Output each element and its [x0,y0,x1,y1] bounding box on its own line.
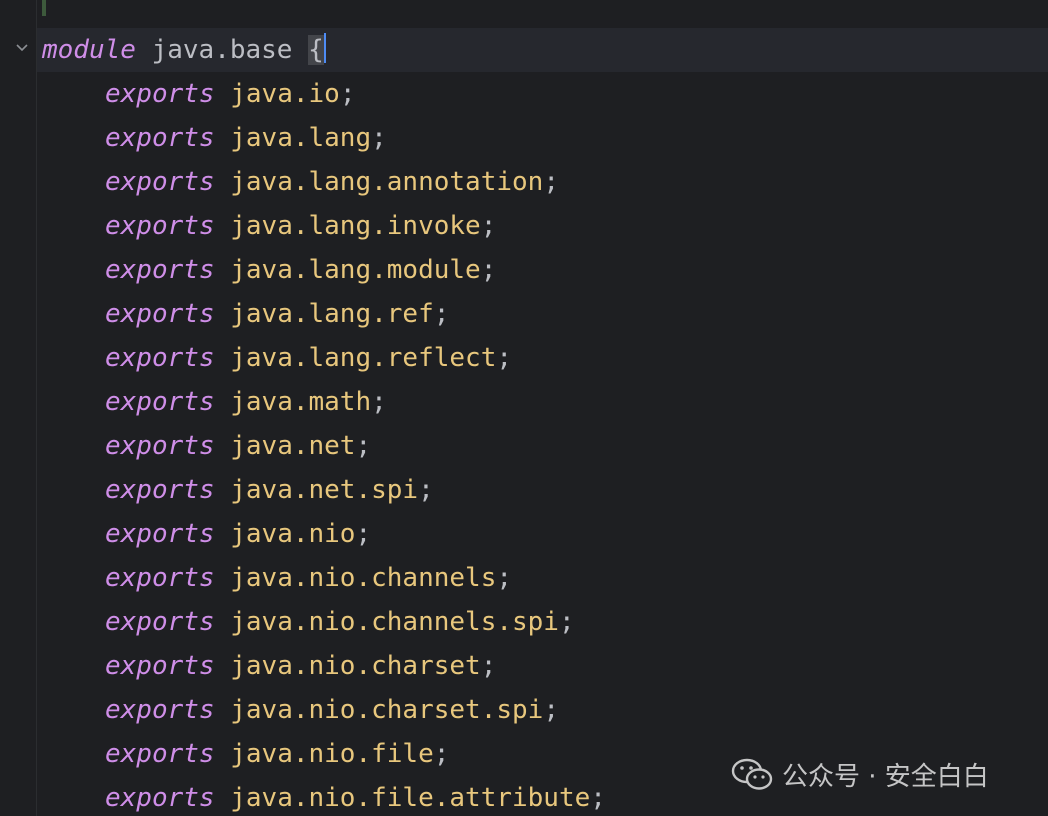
export-line[interactable]: exports java.nio.charset.spi; [42,688,559,732]
package-name: java.math [230,387,372,417]
semicolon: ; [543,167,559,197]
semicolon: ; [496,343,512,373]
export-line[interactable]: exports java.lang.annotation; [42,160,559,204]
exports-keyword: exports [105,563,215,593]
exports-keyword: exports [105,79,215,109]
semicolon: ; [480,651,497,681]
export-line[interactable]: exports java.nio; [42,512,371,556]
package-name: java.nio.channels [230,563,497,593]
code-editor[interactable]: module java.base { exports java.io; expor… [0,0,1048,816]
semicolon: ; [355,519,372,549]
semicolon: ; [480,211,497,241]
package-name: java.lang [230,123,372,153]
package-name: java.nio.file [230,739,434,769]
export-line[interactable]: exports java.nio.channels; [42,556,512,600]
watermark-text: 公众号 · 安全白白 [782,761,989,792]
export-line[interactable]: exports java.math; [42,380,387,424]
semicolon: ; [496,563,512,593]
package-name: java.io [230,79,340,109]
export-line[interactable]: exports java.lang.reflect; [42,336,512,380]
package-name: java.nio.charset [230,651,481,681]
change-marker [42,0,46,16]
exports-keyword: exports [105,211,215,241]
exports-keyword: exports [105,695,215,725]
export-line[interactable]: exports java.net.spi; [42,468,434,512]
package-name: java.nio.file.attribute [230,783,591,813]
export-line[interactable]: exports java.nio.channels.spi; [42,600,575,644]
export-line[interactable]: exports java.nio.file.attribute; [42,776,606,816]
wechat-icon [731,758,773,790]
exports-keyword: exports [105,299,215,329]
package-name: java.lang.ref [230,299,434,329]
package-name: java.lang.module [230,255,481,285]
export-line[interactable]: exports java.lang; [42,116,387,160]
semicolon: ; [339,79,356,109]
semicolon: ; [433,739,450,769]
open-brace: { [308,35,324,65]
semicolon: ; [433,299,450,329]
exports-keyword: exports [105,431,215,461]
export-line[interactable]: exports java.nio.file; [42,732,449,776]
module-keyword: module [42,35,136,65]
semicolon: ; [480,255,497,285]
package-name: java.lang.reflect [230,343,497,373]
export-line[interactable]: exports java.lang.ref; [42,292,449,336]
semicolon: ; [418,475,434,505]
exports-keyword: exports [105,387,215,417]
export-line[interactable]: exports java.io; [42,72,355,116]
package-name: java.nio.channels.spi [230,607,559,637]
fold-chevron-icon[interactable] [14,40,30,56]
semicolon: ; [543,695,559,725]
package-name: java.lang.invoke [230,211,481,241]
package-name: java.nio.charset.spi [230,695,544,725]
export-line[interactable]: exports java.net; [42,424,371,468]
package-name: java.nio [230,519,356,549]
semicolon: ; [558,607,575,637]
export-line[interactable]: exports java.lang.invoke; [42,204,496,248]
package-name: java.net.spi [230,475,419,505]
module-name: java.base [151,35,293,65]
wechat-watermark: 公众号 · 安全白白 [730,748,989,800]
exports-keyword: exports [105,519,215,549]
exports-keyword: exports [105,255,215,285]
exports-keyword: exports [105,123,215,153]
module-declaration-line[interactable]: module java.base { [42,28,326,72]
semicolon: ; [590,783,606,813]
editor-gutter [0,0,37,816]
exports-keyword: exports [105,343,215,373]
text-caret [323,33,326,63]
exports-keyword: exports [105,475,215,505]
semicolon: ; [355,431,372,461]
exports-keyword: exports [105,783,215,813]
semicolon: ; [371,387,387,417]
export-line[interactable]: exports java.nio.charset; [42,644,496,688]
package-name: java.net [230,431,356,461]
exports-keyword: exports [105,651,215,681]
semicolon: ; [371,123,387,153]
export-line[interactable]: exports java.lang.module; [42,248,496,292]
exports-keyword: exports [105,167,215,197]
exports-keyword: exports [105,739,215,769]
package-name: java.lang.annotation [230,167,544,197]
exports-keyword: exports [105,607,215,637]
